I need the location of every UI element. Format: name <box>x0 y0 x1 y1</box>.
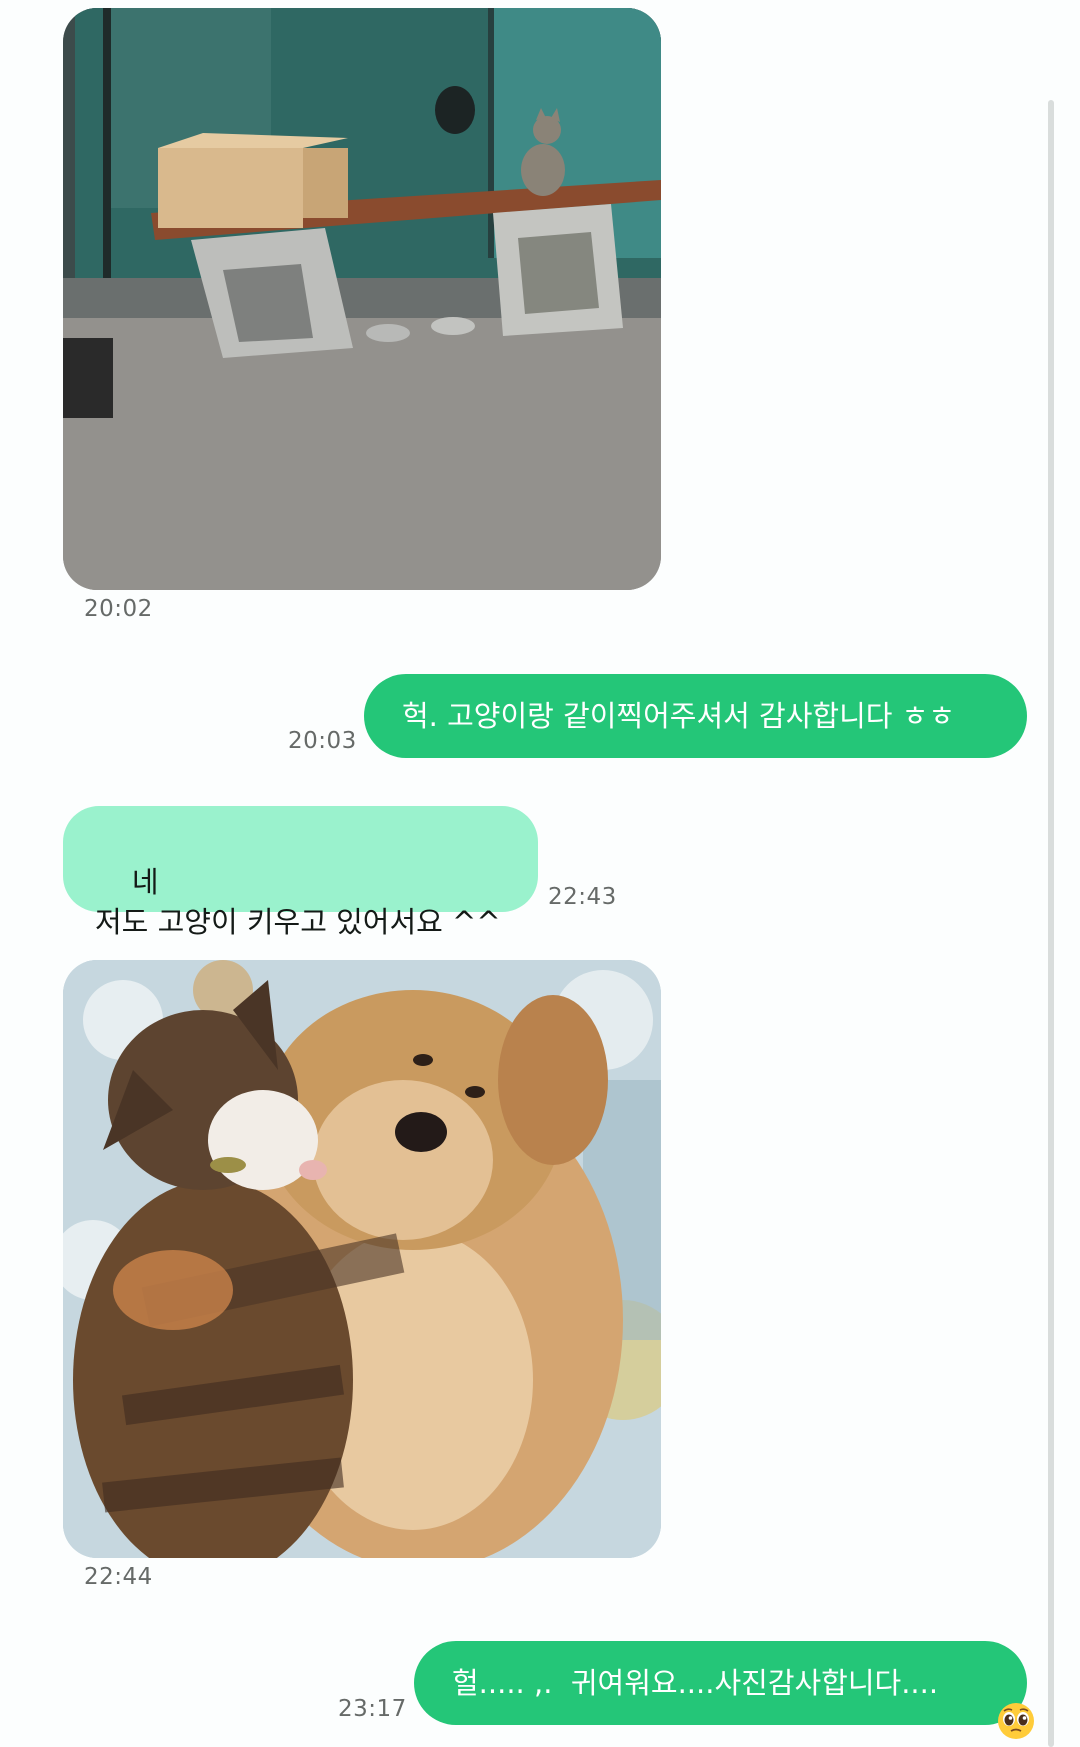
pleading-face-emoji <box>942 1662 1035 1739</box>
message-timestamp: 22:43 <box>548 884 617 910</box>
message-text: 헐..... ,. 귀여워요....사진감사합니다.... <box>452 1666 939 1700</box>
incoming-message-bubble[interactable]: 네 저도 고양이 키우고 있어서요 ^^ <box>63 806 538 939</box>
message-timestamp: 20:03 <box>288 728 357 754</box>
outgoing-message-bubble[interactable]: 헉. 고양이랑 같이찍어주셔서 감사합니다 ㅎㅎ <box>364 674 1027 758</box>
message-timestamp: 22:44 <box>84 1564 153 1590</box>
scrollbar[interactable] <box>1048 100 1054 1747</box>
message-text: 네 저도 고양이 키우고 있어서요 ^^ <box>95 865 501 939</box>
outgoing-message-bubble[interactable]: 헐..... ,. 귀여워요....사진감사합니다.... <box>414 1641 1035 1739</box>
cat-hugging-dog-photo[interactable] <box>63 960 661 1558</box>
cat-on-bench-photo[interactable] <box>63 8 661 590</box>
message-text: 헉. 고양이랑 같이찍어주셔서 감사합니다 ㅎㅎ <box>402 699 956 733</box>
chat-screen: 20:02 20:03 헉. 고양이랑 같이찍어주셔서 감사합니다 ㅎㅎ 네 저… <box>0 0 1080 1747</box>
message-timestamp: 20:02 <box>84 596 153 622</box>
message-timestamp: 23:17 <box>338 1696 407 1722</box>
